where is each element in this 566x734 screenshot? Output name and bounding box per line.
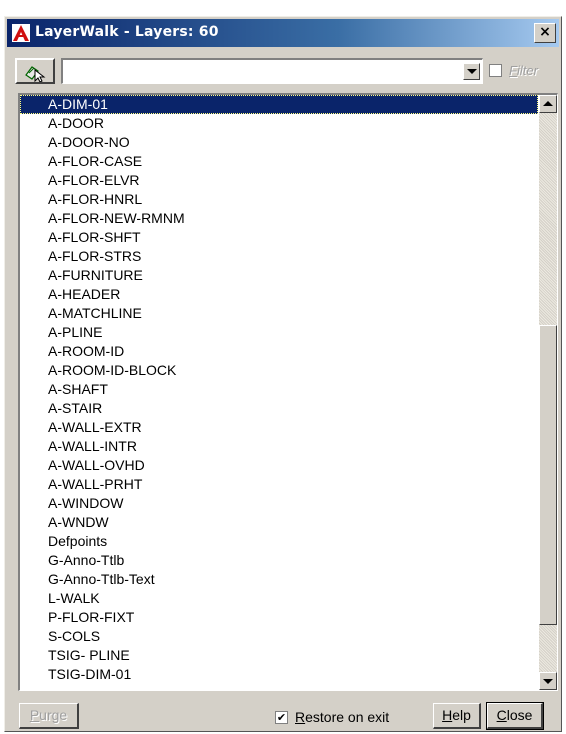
scroll-down-button[interactable] bbox=[539, 672, 557, 690]
purge-button[interactable]: Purge bbox=[19, 703, 79, 729]
restore-on-exit-checkbox[interactable]: ✔ bbox=[275, 711, 288, 724]
layer-list-item[interactable]: A-FLOR-ELVR bbox=[20, 171, 538, 190]
close-label: lose bbox=[506, 707, 533, 723]
layer-list-item[interactable]: A-WNDW bbox=[20, 513, 538, 532]
layer-list-item[interactable]: P-FLOR-FIXT bbox=[20, 608, 538, 627]
help-button[interactable]: Help bbox=[433, 703, 481, 729]
layer-list-item[interactable]: A-ROOM-ID bbox=[20, 342, 538, 361]
dialog-footer: Purge ✔ Restore on exit Help Close bbox=[5, 701, 561, 731]
help-accelerator: H bbox=[442, 707, 453, 723]
restore-accelerator: R bbox=[295, 709, 306, 725]
layer-name-combobox[interactable] bbox=[61, 58, 483, 84]
layerwalk-dialog: LayerWalk - Layers: 60 × Filter A-DIM-01… bbox=[4, 16, 562, 732]
select-objects-button[interactable] bbox=[15, 58, 55, 84]
layer-list-item[interactable]: A-WALL-PRHT bbox=[20, 475, 538, 494]
filter-checkbox[interactable] bbox=[489, 64, 502, 77]
select-objects-icon bbox=[25, 66, 46, 82]
layer-list-item[interactable]: A-WALL-EXTR bbox=[20, 418, 538, 437]
layer-list-item[interactable]: A-MATCHLINE bbox=[20, 304, 538, 323]
layer-list-item[interactable]: A-DOOR bbox=[20, 114, 538, 133]
layer-list-item[interactable]: A-WALL-INTR bbox=[20, 437, 538, 456]
layer-name-input[interactable] bbox=[65, 62, 449, 80]
layer-list-item[interactable]: A-FLOR-STRS bbox=[20, 247, 538, 266]
autocad-app-icon bbox=[12, 24, 30, 42]
layer-list-item[interactable]: A-FLOR-NEW-RMNM bbox=[20, 209, 538, 228]
layer-list-item[interactable]: A-ROOM-ID-BLOCK bbox=[20, 361, 538, 380]
layer-list-item[interactable]: A-FURNITURE bbox=[20, 266, 538, 285]
layer-list-item[interactable]: A-HEADER bbox=[20, 285, 538, 304]
layer-list-item[interactable]: A-PLINE bbox=[20, 323, 538, 342]
filter-label-text: ilter bbox=[516, 63, 538, 78]
layer-list-item[interactable]: G-Anno-Ttlb bbox=[20, 551, 538, 570]
combobox-dropdown-button[interactable] bbox=[463, 63, 480, 80]
close-button[interactable]: Close bbox=[486, 702, 544, 730]
scrollbar-thumb[interactable] bbox=[539, 325, 557, 625]
window-title: LayerWalk - Layers: 60 bbox=[35, 24, 219, 40]
layer-list-item[interactable]: A-WALL-OVHD bbox=[20, 456, 538, 475]
help-label: elp bbox=[452, 707, 471, 723]
toolbar: Filter bbox=[15, 57, 553, 87]
layer-list-items: A-DIM-01 A-DOOR A-DOOR-NO A-FLOR-CASE A-FLOR… bbox=[20, 95, 538, 684]
window-close-button[interactable]: × bbox=[534, 23, 556, 43]
filter-label: Filter bbox=[509, 63, 538, 78]
layer-list-item[interactable]: TSIG-DIM-01 bbox=[20, 665, 538, 684]
purge-accelerator: P bbox=[29, 707, 40, 723]
layer-list-item[interactable]: Defpoints bbox=[20, 532, 538, 551]
close-accelerator: C bbox=[496, 707, 507, 723]
layer-list-item[interactable]: S-COLS bbox=[20, 627, 538, 646]
layer-list-item[interactable]: A-FLOR-HNRL bbox=[20, 190, 538, 209]
layer-list-item[interactable]: TSIG- PLINE bbox=[20, 646, 538, 665]
layer-list-item[interactable]: G-Anno-Ttlb-Text bbox=[20, 570, 538, 589]
layer-list-item[interactable]: L-WALK bbox=[20, 589, 538, 608]
purge-label: urge bbox=[39, 707, 68, 723]
layer-list-item[interactable]: A-FLOR-CASE bbox=[20, 152, 538, 171]
layer-list-item[interactable]: A-FLOR-SHFT bbox=[20, 228, 538, 247]
vertical-scrollbar[interactable] bbox=[539, 95, 557, 690]
layer-list-item[interactable]: A-SHAFT bbox=[20, 380, 538, 399]
layer-list-item[interactable]: A-DOOR-NO bbox=[20, 133, 538, 152]
scroll-up-button[interactable] bbox=[539, 95, 557, 113]
layer-listbox[interactable]: A-DIM-01 A-DOOR A-DOOR-NO A-FLOR-CASE A-FLOR… bbox=[18, 93, 558, 691]
title-bar[interactable]: LayerWalk - Layers: 60 × bbox=[7, 19, 559, 47]
restore-label-text: estore on exit bbox=[305, 709, 390, 725]
restore-on-exit-label: Restore on exit bbox=[295, 709, 389, 725]
layer-list-item[interactable]: A-WINDOW bbox=[20, 494, 538, 513]
layer-list-item[interactable]: A-STAIR bbox=[20, 399, 538, 418]
layer-list-item[interactable]: A-DIM-01 bbox=[20, 95, 538, 114]
filter-label-accelerator: F bbox=[509, 63, 517, 78]
